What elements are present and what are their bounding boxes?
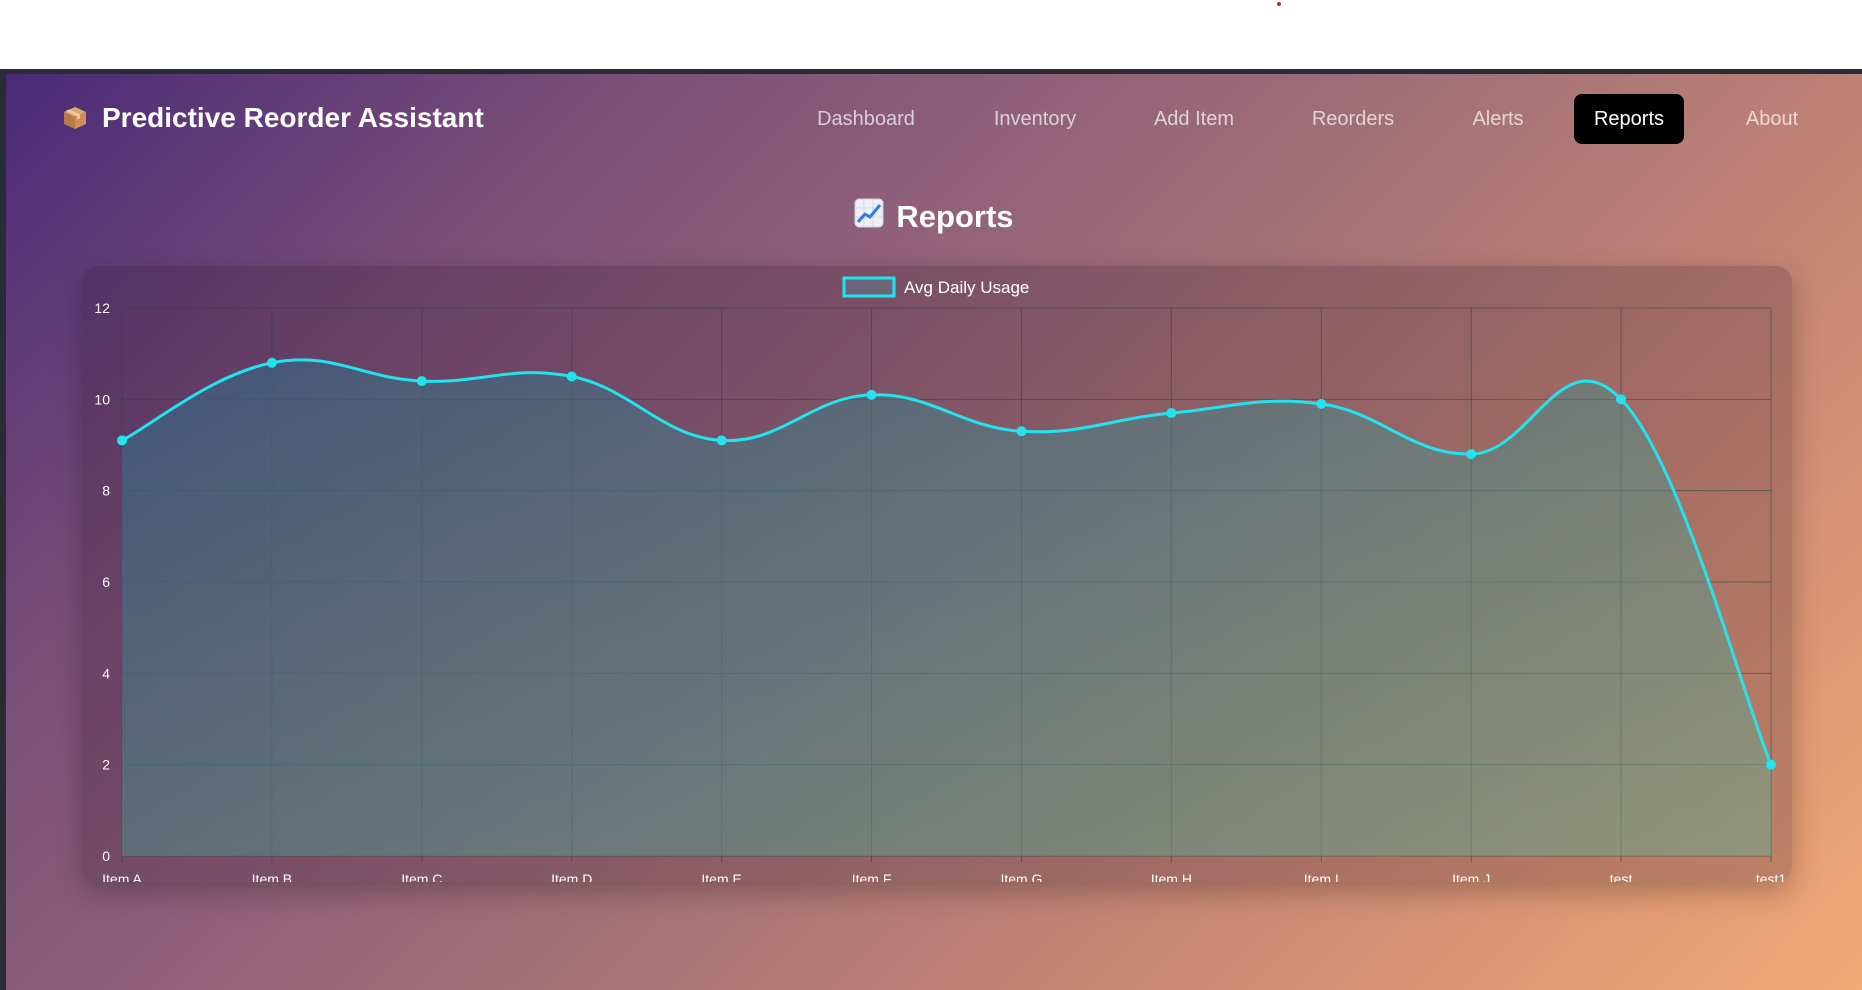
- app-container: Predictive Reorder Assistant Dashboard I…: [6, 74, 1862, 990]
- legend-label: Avg Daily Usage: [904, 278, 1029, 297]
- nav-about[interactable]: About: [1734, 94, 1810, 144]
- y-tick-label: 2: [102, 757, 110, 773]
- data-point: [1316, 398, 1327, 409]
- nav-alerts[interactable]: Alerts: [1458, 94, 1538, 144]
- data-point: [1016, 426, 1027, 437]
- legend-swatch: [842, 276, 896, 298]
- y-tick-label: 0: [102, 848, 110, 864]
- x-tick-label: Item I: [1304, 871, 1339, 882]
- x-tick-label: Item A: [102, 871, 142, 882]
- main-nav: Dashboard Inventory Add Item Reorders Al…: [6, 94, 1862, 144]
- browser-top-strip: [0, 0, 1862, 69]
- nav-add-item[interactable]: Add Item: [1142, 94, 1246, 144]
- y-tick-label: 8: [102, 483, 110, 499]
- data-point: [716, 435, 727, 446]
- x-tick-label: test1: [1756, 871, 1787, 882]
- y-tick-label: 4: [102, 665, 110, 681]
- page-title: Reports: [896, 199, 1014, 234]
- page-title-row: Reports: [6, 198, 1862, 236]
- nav-dashboard[interactable]: Dashboard: [806, 94, 926, 144]
- x-tick-label: Item E: [701, 871, 741, 882]
- data-point: [416, 376, 427, 387]
- series-area-fill: [122, 359, 1771, 856]
- data-point: [1466, 449, 1477, 460]
- data-point: [1616, 394, 1627, 405]
- data-point: [117, 435, 127, 446]
- x-tick-label: test: [1610, 871, 1633, 882]
- x-tick-label: Item B: [252, 871, 292, 882]
- y-tick-label: 6: [102, 574, 110, 590]
- x-tick-label: Item D: [551, 871, 592, 882]
- x-tick-label: Item C: [401, 871, 442, 882]
- nav-reports[interactable]: Reports: [1574, 94, 1684, 144]
- data-point: [1166, 408, 1177, 419]
- y-tick-label: 10: [94, 391, 110, 407]
- chart-increasing-icon: [854, 198, 884, 236]
- nav-reorders[interactable]: Reorders: [1301, 94, 1405, 144]
- data-point: [266, 357, 277, 368]
- nav-inventory[interactable]: Inventory: [980, 94, 1090, 144]
- data-point: [566, 371, 577, 382]
- x-tick-label: Item F: [852, 871, 892, 882]
- y-tick-label: 12: [94, 300, 110, 316]
- data-point: [1766, 759, 1776, 770]
- data-point: [866, 389, 877, 400]
- x-tick-label: Item J: [1452, 871, 1490, 882]
- usage-chart: 0 2 4 6 8 10 12 Item A Item B Item C Item D Item E I…: [94, 276, 1787, 882]
- x-tick-label: Item H: [1151, 871, 1192, 882]
- cursor-dot: [1277, 2, 1281, 6]
- chart-card: 0 2 4 6 8 10 12 Item A Item B Item C Item D Item E I…: [82, 266, 1792, 882]
- x-tick-label: Item G: [1000, 871, 1042, 882]
